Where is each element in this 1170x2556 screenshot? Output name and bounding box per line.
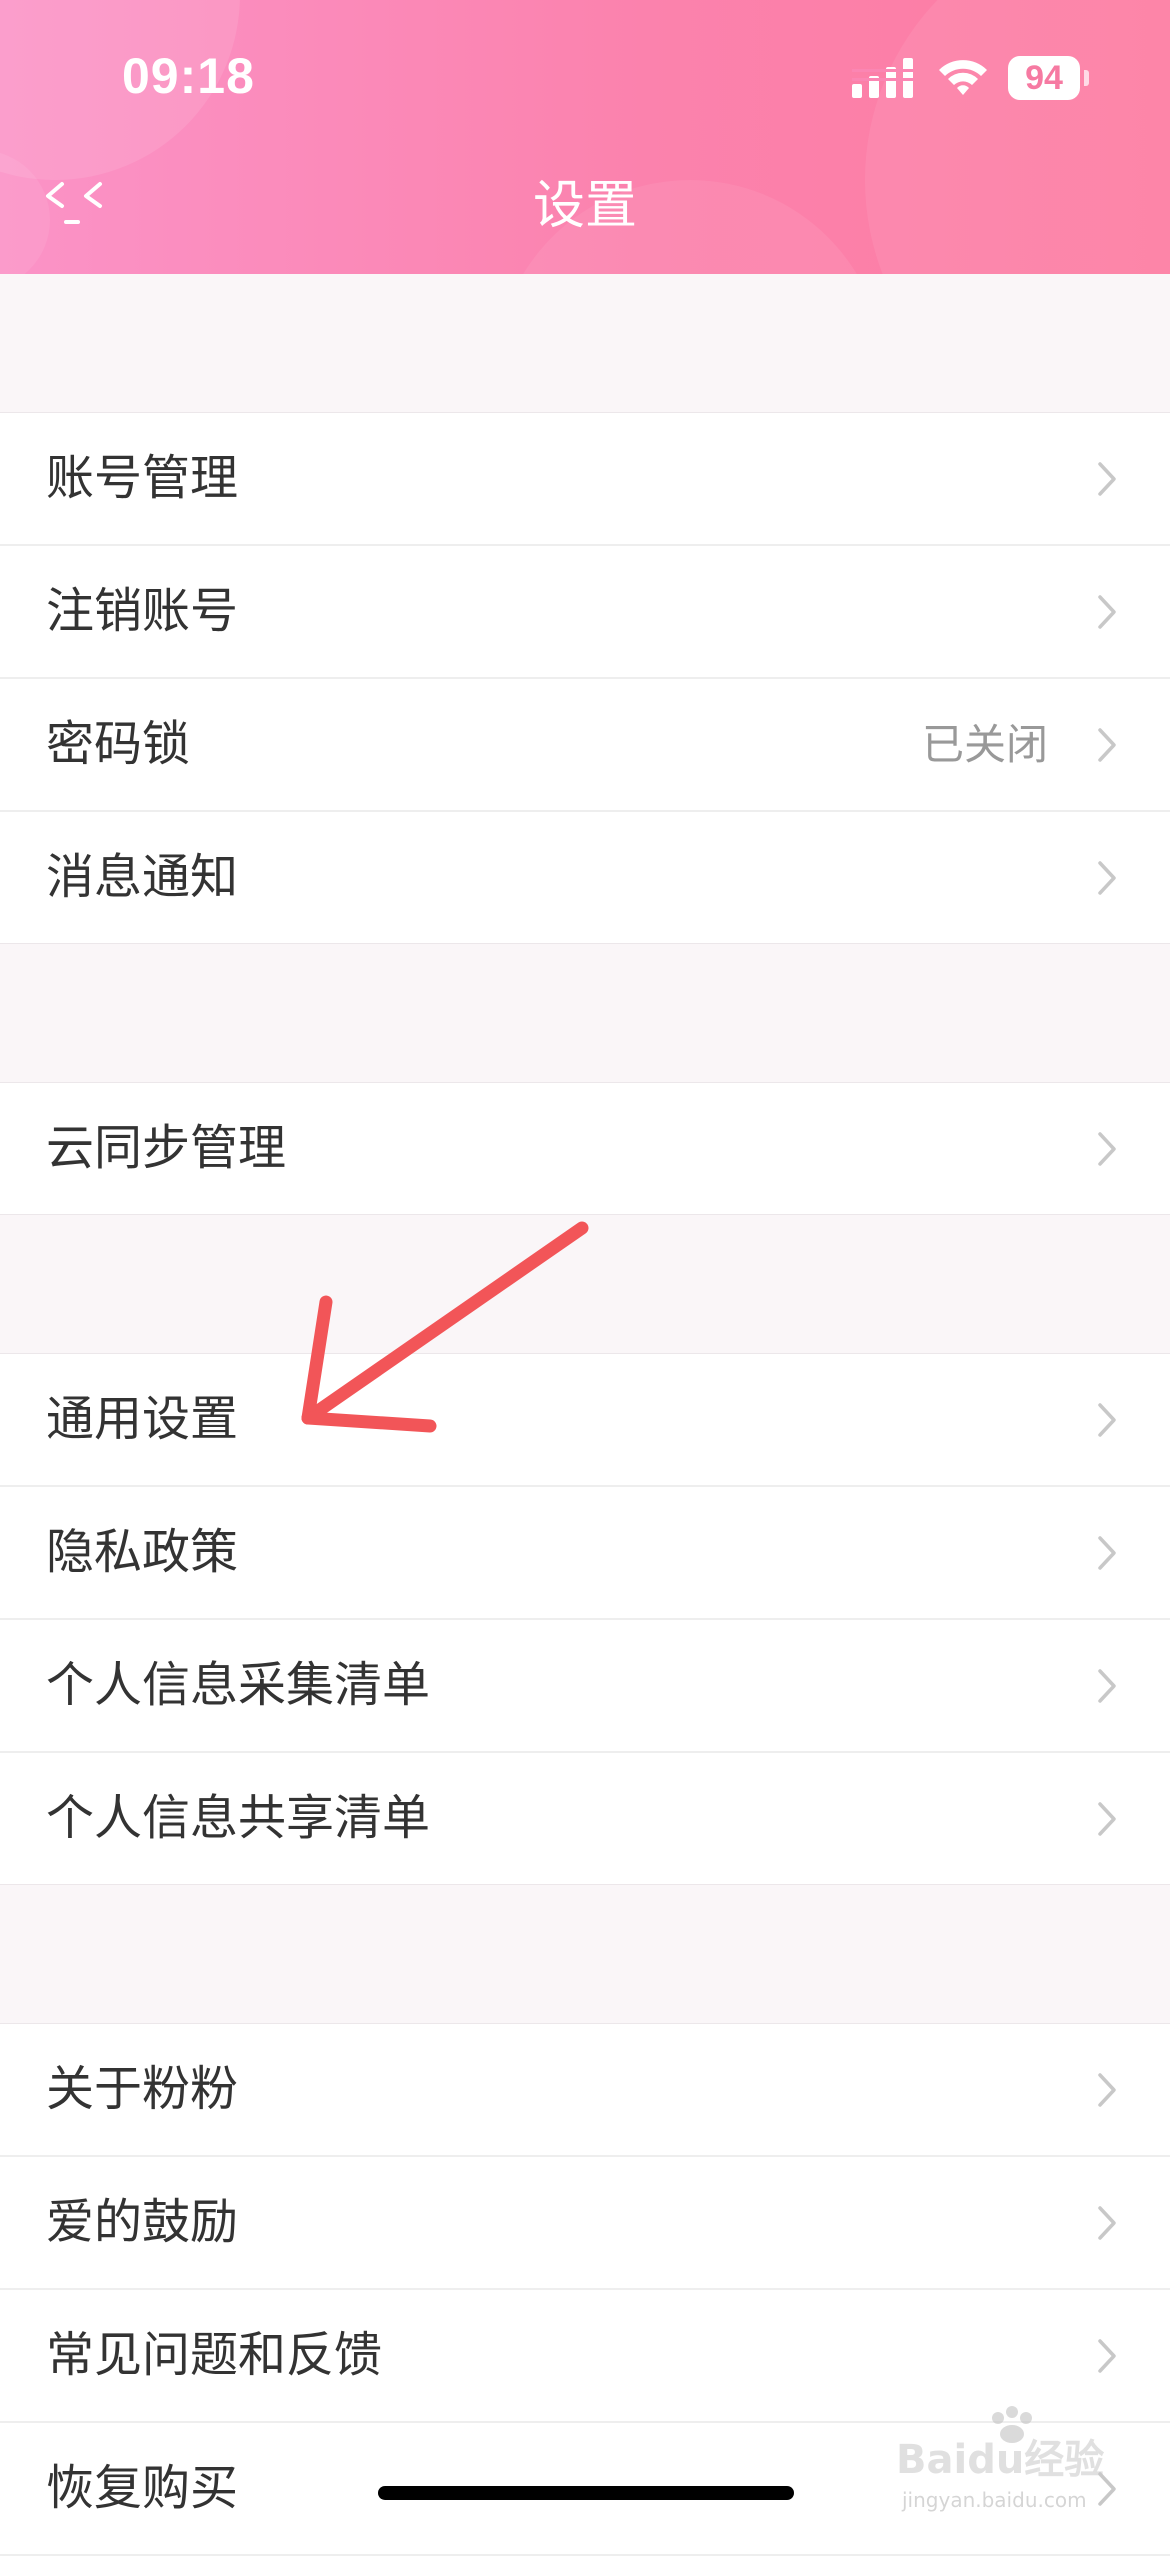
chevron-right-icon [1098, 861, 1116, 895]
settings-row-cloud-sync[interactable]: 云同步管理 [0, 1083, 1170, 1215]
wifi-icon [939, 60, 987, 95]
chevron-right-icon [1098, 1403, 1116, 1437]
chevron-right-icon [1098, 2206, 1116, 2240]
row-label: 注销账号 [46, 583, 239, 639]
settings-row-info-collection[interactable]: 个人信息采集清单 [0, 1620, 1170, 1753]
group-spacer [0, 1215, 1170, 1354]
home-indicator[interactable] [378, 2486, 794, 2500]
row-label: 消息通知 [46, 849, 239, 905]
chevron-right-icon [1098, 595, 1116, 629]
signal-icon [852, 58, 914, 98]
battery-icon: 94 [1008, 56, 1089, 100]
settings-row-about[interactable]: 关于粉粉 [0, 2024, 1170, 2157]
row-label: 隐私政策 [46, 1524, 239, 1580]
settings-row-info-sharing[interactable]: 个人信息共享清单 [0, 1753, 1170, 1885]
chevron-right-icon [1098, 1132, 1116, 1166]
settings-row-account[interactable]: 账号管理 [0, 413, 1170, 546]
row-label: 常见问题和反馈 [46, 2327, 383, 2383]
settings-row-password-lock[interactable]: 密码锁 已关闭 [0, 679, 1170, 812]
chevron-right-icon [1098, 2339, 1116, 2373]
battery-cap [1084, 70, 1089, 86]
group-spacer [0, 1885, 1170, 2024]
settings-row-notifications[interactable]: 消息通知 [0, 812, 1170, 944]
chevron-right-icon [1098, 2472, 1116, 2506]
chevron-right-icon [1098, 2073, 1116, 2107]
row-label: 个人信息采集清单 [46, 1657, 431, 1713]
chevron-right-icon [1098, 1669, 1116, 1703]
status-time: 09:18 [122, 48, 255, 104]
settings-row-general[interactable]: 通用设置 [0, 1354, 1170, 1487]
chevron-right-icon [1098, 1536, 1116, 1570]
settings-row-encouragement[interactable]: 爱的鼓励 [0, 2157, 1170, 2290]
chevron-right-icon [1098, 462, 1116, 496]
row-label: 爱的鼓励 [46, 2194, 239, 2250]
row-status-value: 已关闭 [921, 720, 1048, 769]
row-label: 个人信息共享清单 [46, 1790, 431, 1846]
row-label: 关于粉粉 [46, 2061, 239, 2117]
page-title: 设置 [532, 176, 637, 236]
row-label: 密码锁 [46, 716, 191, 772]
row-label: 恢复购买 [46, 2460, 239, 2516]
chevron-right-icon [1098, 1802, 1116, 1836]
group-spacer [0, 944, 1170, 1083]
chevron-right-icon [1098, 728, 1116, 762]
settings-row-privacy-policy[interactable]: 隐私政策 [0, 1487, 1170, 1620]
settings-list: 账号管理 注销账号 密码锁 已关闭 消息通知 云同步管理 通用设置 隐私政策 个… [0, 274, 1170, 2556]
settings-row-faq-feedback[interactable]: 常见问题和反馈 [0, 2290, 1170, 2423]
settings-row-deregister[interactable]: 注销账号 [0, 546, 1170, 679]
row-label: 通用设置 [46, 1391, 239, 1447]
header-bar: 09:18 94 设置 [0, 0, 1170, 274]
row-label: 云同步管理 [46, 1120, 287, 1176]
row-label: 账号管理 [46, 450, 239, 506]
battery-level: 94 [1025, 59, 1063, 97]
group-spacer [0, 274, 1170, 413]
